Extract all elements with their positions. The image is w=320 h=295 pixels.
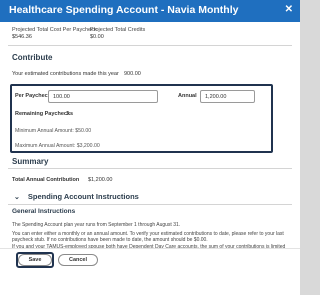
projected-cost-label: Projected Total Cost Per Paycheck (12, 27, 97, 33)
annual-input[interactable]: 1,200.00 (200, 90, 255, 103)
estimated-value: 900.00 (124, 71, 141, 77)
projected-cost-value: $546.36 (12, 34, 32, 40)
per-paycheck-input[interactable]: 100.00 (48, 90, 158, 103)
contribute-title: Contribute (12, 53, 53, 62)
projected-credits: Projected Total Credits $0.00 (90, 27, 145, 41)
chevron-down-icon: ⌄ (14, 194, 20, 201)
summary-title: Summary (12, 157, 49, 166)
instructions-paragraph-1: The Spending Account plan year runs from… (12, 222, 181, 228)
save-button[interactable]: Save (18, 254, 52, 266)
total-annual-label-text: Total Annual Contribution (12, 177, 80, 183)
projected-credits-label: Projected Total Credits (90, 27, 146, 33)
total-annual-value: $1,200.00 (88, 177, 113, 183)
divider (8, 168, 292, 169)
dialog-footer: Save Cancel (0, 248, 300, 295)
estimated-label: Your estimated contributions made this y… (12, 71, 119, 77)
close-icon[interactable]: ✕ (285, 4, 293, 15)
per-paycheck-label: Per Paycheck (15, 93, 51, 99)
divider (8, 204, 292, 205)
maximum-amount: Maximum Annual Amount: $3,200.00 (15, 143, 100, 149)
projected-credits-value: $0.00 (90, 34, 104, 40)
instructions-toggle[interactable]: ⌄ Spending Account Instructions (14, 192, 139, 201)
instructions-paragraph-2: You can enter either a monthly or an ann… (12, 231, 284, 243)
divider (8, 45, 292, 46)
total-annual-label: Total Annual Contribution (12, 177, 79, 183)
dialog-title: Healthcare Spending Account - Navia Mont… (9, 4, 239, 16)
footer-divider (0, 248, 300, 249)
dialog-header: Healthcare Spending Account - Navia Mont… (0, 0, 300, 22)
general-instructions-title: General Instructions (12, 208, 76, 215)
instructions-title: Spending Account Instructions (27, 192, 139, 201)
minimum-amount: Minimum Annual Amount: $50.00 (15, 128, 92, 134)
annual-label: Annual (178, 93, 197, 99)
remaining-paychecks-label: Remaining Paychecks (15, 111, 74, 117)
cancel-button[interactable]: Cancel (58, 254, 98, 266)
projected-cost: Projected Total Cost Per Paycheck $546.3… (12, 27, 97, 41)
remaining-paychecks-value: 3 (66, 111, 70, 117)
dialog: Healthcare Spending Account - Navia Mont… (0, 0, 300, 295)
